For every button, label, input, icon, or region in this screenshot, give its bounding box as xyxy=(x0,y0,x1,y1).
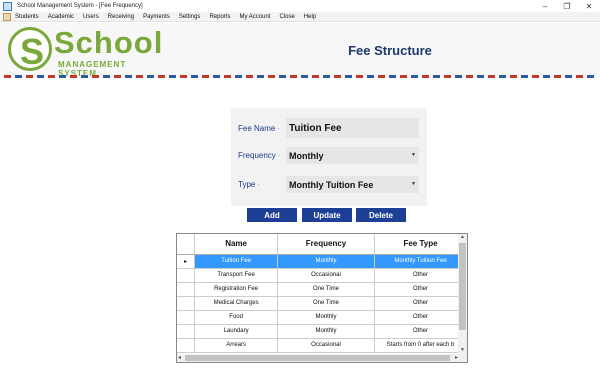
menu-academic[interactable]: Academic xyxy=(48,14,74,20)
cell-fee-type[interactable]: Other xyxy=(374,310,467,325)
table-row[interactable]: Food Monthly Other xyxy=(177,310,467,325)
logo-letter: S xyxy=(20,31,45,72)
fee-name-label-text: Fee Name xyxy=(238,124,276,133)
header-divider xyxy=(4,75,596,78)
window-controls: – ❐ ✕ xyxy=(534,0,600,12)
cell-frequency[interactable]: One Time xyxy=(277,296,376,311)
scroll-up-icon[interactable]: ▲ xyxy=(458,234,467,242)
menu-payments[interactable]: Payments xyxy=(143,14,170,20)
logo-emblem: S xyxy=(8,27,52,72)
cell-fee-type[interactable]: Other xyxy=(374,324,467,339)
title-bar: School Management System - [Fee Frequenc… xyxy=(0,0,600,12)
frequency-select[interactable]: Monthly ▼ xyxy=(286,147,419,164)
menu-my-account[interactable]: My Account xyxy=(239,14,270,20)
update-button[interactable]: Update xyxy=(302,208,352,222)
cell-name[interactable]: Laundary xyxy=(194,324,278,339)
menu-students[interactable]: Students xyxy=(15,14,39,20)
table-row[interactable]: ▸ Tuition Fee Monthly Monthly Tuition Fe… xyxy=(177,254,467,269)
row-header[interactable] xyxy=(177,268,196,283)
cell-frequency[interactable]: Monthly xyxy=(277,324,376,339)
menu-users[interactable]: Users xyxy=(83,14,99,20)
cell-name[interactable]: Registration Fee xyxy=(194,282,278,297)
cell-name[interactable]: Arrears xyxy=(194,338,278,353)
menu-settings[interactable]: Settings xyxy=(179,14,201,20)
main-window: School Management System - [Fee Frequenc… xyxy=(0,0,600,373)
column-header-fee-type[interactable]: Fee Type xyxy=(374,234,467,255)
add-button[interactable]: Add xyxy=(247,208,297,222)
cell-frequency[interactable]: Monthly xyxy=(277,254,376,269)
delete-button[interactable]: Delete xyxy=(356,208,406,222)
scroll-right-icon[interactable]: ▸ xyxy=(455,354,458,361)
menu-help[interactable]: Help xyxy=(304,14,316,20)
cell-frequency[interactable]: Occasional xyxy=(277,268,376,283)
column-header-frequency[interactable]: Frequency xyxy=(277,234,376,255)
row-header-corner xyxy=(177,234,196,255)
frequency-value: Monthly xyxy=(289,150,324,161)
menu-bar: Students Academic Users Receiving Paymen… xyxy=(0,12,600,22)
app-icon xyxy=(3,1,12,11)
type-label: Type · xyxy=(238,180,261,189)
frequency-label: Frequency · xyxy=(238,151,281,160)
type-value: Monthly Tuition Fee xyxy=(289,179,374,190)
cell-name[interactable]: Medical Charges xyxy=(194,296,278,311)
menu-receiving[interactable]: Receiving xyxy=(108,14,134,20)
cell-name[interactable]: Food xyxy=(194,310,278,325)
fee-name-label: Fee Name · xyxy=(238,124,281,133)
table-row[interactable]: Arrears Occasional Starts from 0 after e… xyxy=(177,338,467,353)
table-row[interactable]: Laundary Monthly Other xyxy=(177,324,467,339)
restore-icon[interactable]: ❐ xyxy=(556,0,578,12)
table-header-row: Name Frequency Fee Type xyxy=(177,234,467,255)
table-row[interactable]: Registration Fee One Time Other xyxy=(177,282,467,297)
row-selector-icon[interactable]: ▸ xyxy=(177,254,196,269)
cell-fee-type[interactable]: Monthly Tuition Fee xyxy=(374,254,467,269)
school-logo: S School MANAGEMENT SYSTEM xyxy=(8,25,162,78)
minimize-icon[interactable]: – xyxy=(534,0,556,12)
row-header[interactable] xyxy=(177,338,196,353)
horizontal-scrollbar[interactable]: ◂ ▸ xyxy=(177,354,467,362)
window-title: School Management System - [Fee Frequenc… xyxy=(17,3,143,9)
scroll-left-icon[interactable]: ◂ xyxy=(178,354,181,361)
mdi-child-icon[interactable] xyxy=(3,12,11,21)
type-label-text: Type xyxy=(238,180,256,189)
cell-name[interactable]: Tuition Fee xyxy=(194,254,278,269)
cell-frequency[interactable]: One Time xyxy=(277,282,376,297)
menu-reports[interactable]: Reports xyxy=(209,14,230,20)
close-icon[interactable]: ✕ xyxy=(578,0,600,12)
row-header[interactable] xyxy=(177,282,196,297)
vertical-scroll-thumb[interactable] xyxy=(459,243,466,330)
cell-fee-type[interactable]: Other xyxy=(374,268,467,283)
cell-fee-type[interactable]: Other xyxy=(374,296,467,311)
table-row[interactable]: Transport Fee Occasional Other xyxy=(177,268,467,283)
cell-name[interactable]: Transport Fee xyxy=(194,268,278,283)
cell-fee-type[interactable]: Other xyxy=(374,282,467,297)
fee-name-input[interactable]: Tuition Fee xyxy=(286,118,419,138)
vertical-scrollbar[interactable]: ▲ ▼ xyxy=(458,234,467,355)
logo-word: School xyxy=(54,25,164,60)
frequency-label-text: Frequency xyxy=(238,151,276,160)
cell-frequency[interactable]: Monthly xyxy=(277,310,376,325)
chevron-down-icon[interactable]: ▼ xyxy=(411,181,416,187)
chevron-down-icon[interactable]: ▼ xyxy=(411,152,416,158)
cell-frequency[interactable]: Occasional xyxy=(277,338,376,353)
fee-table: Name Frequency Fee Type ▸ Tuition Fee Mo… xyxy=(177,234,467,353)
fee-grid[interactable]: Name Frequency Fee Type ▸ Tuition Fee Mo… xyxy=(176,233,468,363)
horizontal-scroll-thumb[interactable] xyxy=(185,355,450,361)
row-header[interactable] xyxy=(177,324,196,339)
page-title: Fee Structure xyxy=(348,43,432,58)
table-row[interactable]: Medical Charges One Time Other xyxy=(177,296,467,311)
column-header-name[interactable]: Name xyxy=(194,234,278,255)
type-select[interactable]: Monthly Tuition Fee ▼ xyxy=(286,176,419,193)
menu-close[interactable]: Close xyxy=(279,14,294,20)
cell-fee-type[interactable]: Starts from 0 after each b xyxy=(374,338,467,353)
row-header[interactable] xyxy=(177,296,196,311)
row-header[interactable] xyxy=(177,310,196,325)
